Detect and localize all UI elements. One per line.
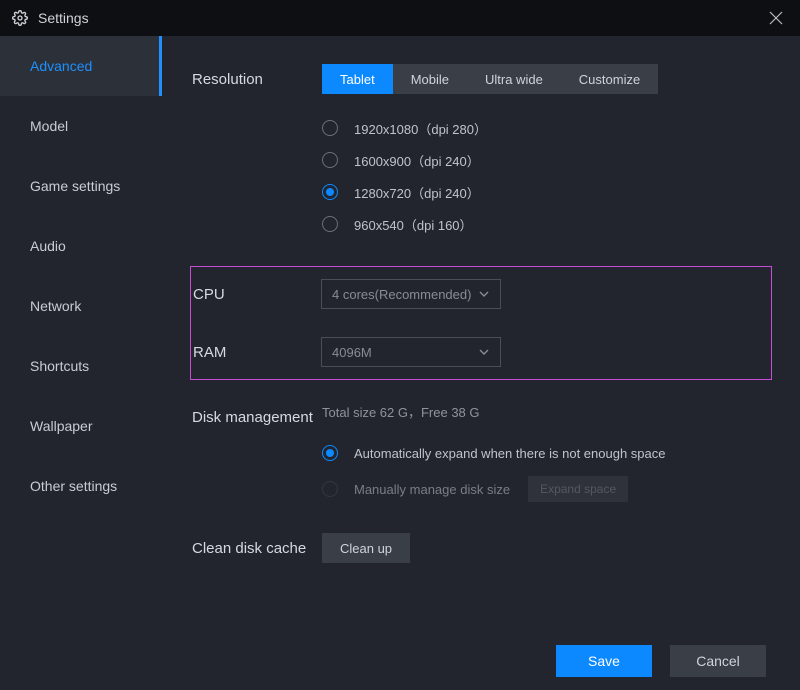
radio-icon: [322, 152, 338, 168]
button-label: Clean up: [340, 541, 392, 556]
sidebar-item-wallpaper[interactable]: Wallpaper: [0, 396, 162, 456]
cpu-select[interactable]: 4 cores(Recommended): [321, 279, 501, 309]
section-disk: Disk management Total size 62 G，Free 38 …: [192, 402, 772, 507]
tab-label: Customize: [579, 72, 640, 87]
tab-customize[interactable]: Customize: [561, 64, 658, 94]
sidebar-item-label: Wallpaper: [30, 418, 93, 434]
sidebar-item-label: Model: [30, 118, 68, 134]
radio-label: 960x540（dpi 160）: [354, 215, 473, 234]
cpu-ram-highlight: CPU 4 cores(Recommended) RAM 4096M: [190, 266, 772, 380]
tab-tablet[interactable]: Tablet: [322, 64, 393, 94]
tab-mobile[interactable]: Mobile: [393, 64, 467, 94]
select-value: 4 cores(Recommended): [332, 287, 471, 302]
expand-space-button: Expand space: [528, 476, 628, 502]
sidebar-item-shortcuts[interactable]: Shortcuts: [0, 336, 162, 396]
chevron-down-icon: [478, 288, 490, 300]
content: Resolution Tablet Mobile Ultra wide Cust…: [162, 36, 800, 690]
button-label: Cancel: [696, 653, 740, 669]
ram-select[interactable]: 4096M: [321, 337, 501, 367]
resolution-option-1280x720[interactable]: 1280x720（dpi 240）: [322, 176, 772, 208]
footer: Save Cancel: [162, 632, 800, 690]
clean-label: Clean disk cache: [192, 533, 322, 559]
radio-label: Manually manage disk size: [354, 482, 510, 497]
resolution-option-960x540[interactable]: 960x540（dpi 160）: [322, 208, 772, 240]
titlebar: Settings: [0, 0, 800, 36]
gear-icon: [12, 10, 28, 26]
tab-ultra-wide[interactable]: Ultra wide: [467, 64, 561, 94]
sidebar-item-audio[interactable]: Audio: [0, 216, 162, 276]
section-clean: Clean disk cache Clean up: [192, 533, 772, 563]
sidebar-item-model[interactable]: Model: [0, 96, 162, 156]
radio-icon: [322, 481, 338, 497]
sidebar-item-label: Game settings: [30, 178, 120, 194]
resolution-radio-list: 1920x1080（dpi 280） 1600x900（dpi 240） 128…: [322, 112, 772, 240]
resolution-tabs: Tablet Mobile Ultra wide Customize: [322, 64, 658, 94]
sidebar-item-label: Advanced: [30, 58, 92, 74]
cancel-button[interactable]: Cancel: [670, 645, 766, 677]
radio-label: 1600x900（dpi 240）: [354, 151, 480, 170]
button-label: Save: [588, 653, 620, 669]
tab-label: Tablet: [340, 72, 375, 87]
clean-up-button[interactable]: Clean up: [322, 533, 410, 563]
sidebar-item-advanced[interactable]: Advanced: [0, 36, 162, 96]
sidebar-item-label: Other settings: [30, 478, 117, 494]
sidebar: Advanced Model Game settings Audio Netwo…: [0, 36, 162, 690]
radio-label: 1920x1080（dpi 280）: [354, 119, 487, 138]
resolution-option-1920x1080[interactable]: 1920x1080（dpi 280）: [322, 112, 772, 144]
select-value: 4096M: [332, 345, 372, 360]
radio-icon: [322, 445, 338, 461]
cpu-label: CPU: [191, 279, 321, 305]
ram-label: RAM: [191, 337, 321, 363]
radio-icon: [322, 120, 338, 136]
radio-label: Automatically expand when there is not e…: [354, 446, 665, 461]
sidebar-item-label: Audio: [30, 238, 66, 254]
sidebar-item-other-settings[interactable]: Other settings: [0, 456, 162, 516]
chevron-down-icon: [478, 346, 490, 358]
radio-icon: [322, 216, 338, 232]
disk-info: Total size 62 G，Free 38 G: [322, 402, 772, 421]
resolution-option-1600x900[interactable]: 1600x900（dpi 240）: [322, 144, 772, 176]
disk-option-manual[interactable]: Manually manage disk size Expand space: [322, 471, 772, 507]
close-icon[interactable]: [764, 6, 788, 30]
section-cpu: CPU 4 cores(Recommended): [191, 279, 771, 309]
save-button[interactable]: Save: [556, 645, 652, 677]
disk-option-auto[interactable]: Automatically expand when there is not e…: [322, 435, 772, 471]
sidebar-item-label: Network: [30, 298, 81, 314]
resolution-label: Resolution: [192, 64, 322, 90]
window-title: Settings: [38, 10, 89, 26]
tab-label: Mobile: [411, 72, 449, 87]
section-resolution: Resolution Tablet Mobile Ultra wide Cust…: [192, 64, 772, 240]
radio-icon: [322, 184, 338, 200]
section-ram: RAM 4096M: [191, 337, 771, 367]
disk-label: Disk management: [192, 402, 322, 428]
radio-label: 1280x720（dpi 240）: [354, 183, 480, 202]
sidebar-item-network[interactable]: Network: [0, 276, 162, 336]
sidebar-item-game-settings[interactable]: Game settings: [0, 156, 162, 216]
tab-label: Ultra wide: [485, 72, 543, 87]
sidebar-item-label: Shortcuts: [30, 358, 89, 374]
